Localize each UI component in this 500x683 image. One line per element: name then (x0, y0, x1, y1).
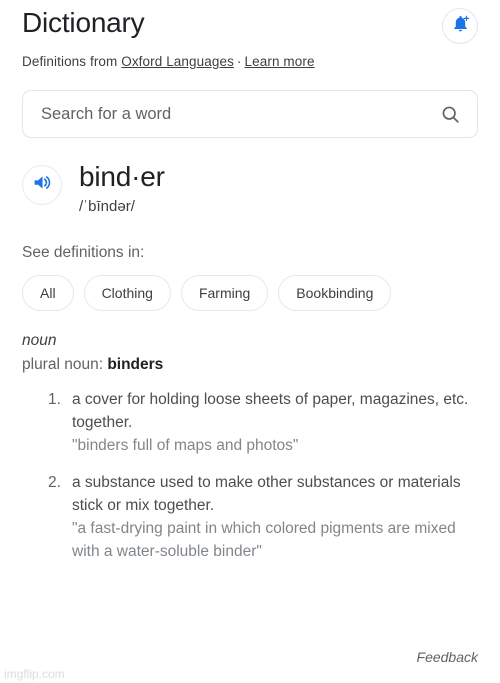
word-entry: bind·er /ˈbīndər/ (22, 160, 478, 217)
chip-farming[interactable]: Farming (180, 275, 269, 311)
search-icon[interactable] (440, 104, 461, 125)
separator-dot: · (236, 54, 242, 69)
definition-text: a substance used to make other substance… (72, 474, 461, 514)
source-prefix: Definitions from (22, 54, 122, 69)
part-of-speech: noun (22, 332, 57, 349)
panel-header: Dictionary (22, 0, 478, 44)
chip-all[interactable]: All (22, 275, 74, 311)
notification-add-button[interactable] (442, 8, 478, 44)
imgflip-watermark: imgflip.com (4, 667, 65, 681)
definition-item: a substance used to make other substance… (22, 471, 478, 563)
phonetic-spelling: /ˈbīndər/ (79, 198, 135, 215)
page-title: Dictionary (22, 7, 145, 38)
oxford-languages-link[interactable]: Oxford Languages (121, 54, 234, 69)
definition-list: a cover for holding loose sheets of pape… (22, 388, 478, 563)
definition-item: a cover for holding loose sheets of pape… (22, 388, 478, 457)
entry-text: bind·er /ˈbīndər/ (79, 160, 165, 217)
dictionary-panel: Dictionary Definitions from Oxford Langu… (0, 0, 500, 683)
definition-text: a cover for holding loose sheets of pape… (72, 391, 469, 431)
source-attribution: Definitions from Oxford Languages · Learn … (22, 53, 478, 71)
plural-label: plural noun: (22, 356, 108, 373)
pronounce-button[interactable] (22, 165, 62, 205)
chip-label: Clothing (101, 285, 153, 301)
search-bar[interactable] (22, 90, 478, 138)
volume-up-icon (32, 172, 53, 198)
chip-label: All (40, 285, 56, 301)
definition-example: "binders full of maps and photos" (72, 437, 299, 454)
plural-word: binders (107, 356, 164, 373)
notification-add-icon (451, 14, 470, 38)
learn-more-link[interactable]: Learn more (245, 54, 315, 69)
see-definitions-label: See definitions in: (22, 244, 145, 261)
chip-label: Farming (198, 285, 251, 301)
category-chips: All Clothing Farming Bookbinding (22, 275, 478, 311)
plural-form-line: plural noun: binders (22, 354, 478, 375)
chip-label: Bookbinding (296, 285, 374, 301)
chip-clothing[interactable]: Clothing (83, 275, 171, 311)
search-input[interactable] (41, 104, 432, 124)
chip-bookbinding[interactable]: Bookbinding (278, 275, 392, 311)
headword: bind·er (79, 161, 165, 192)
feedback-link[interactable]: Feedback (417, 649, 478, 665)
definition-example: "a fast-drying paint in which colored pi… (72, 520, 456, 560)
